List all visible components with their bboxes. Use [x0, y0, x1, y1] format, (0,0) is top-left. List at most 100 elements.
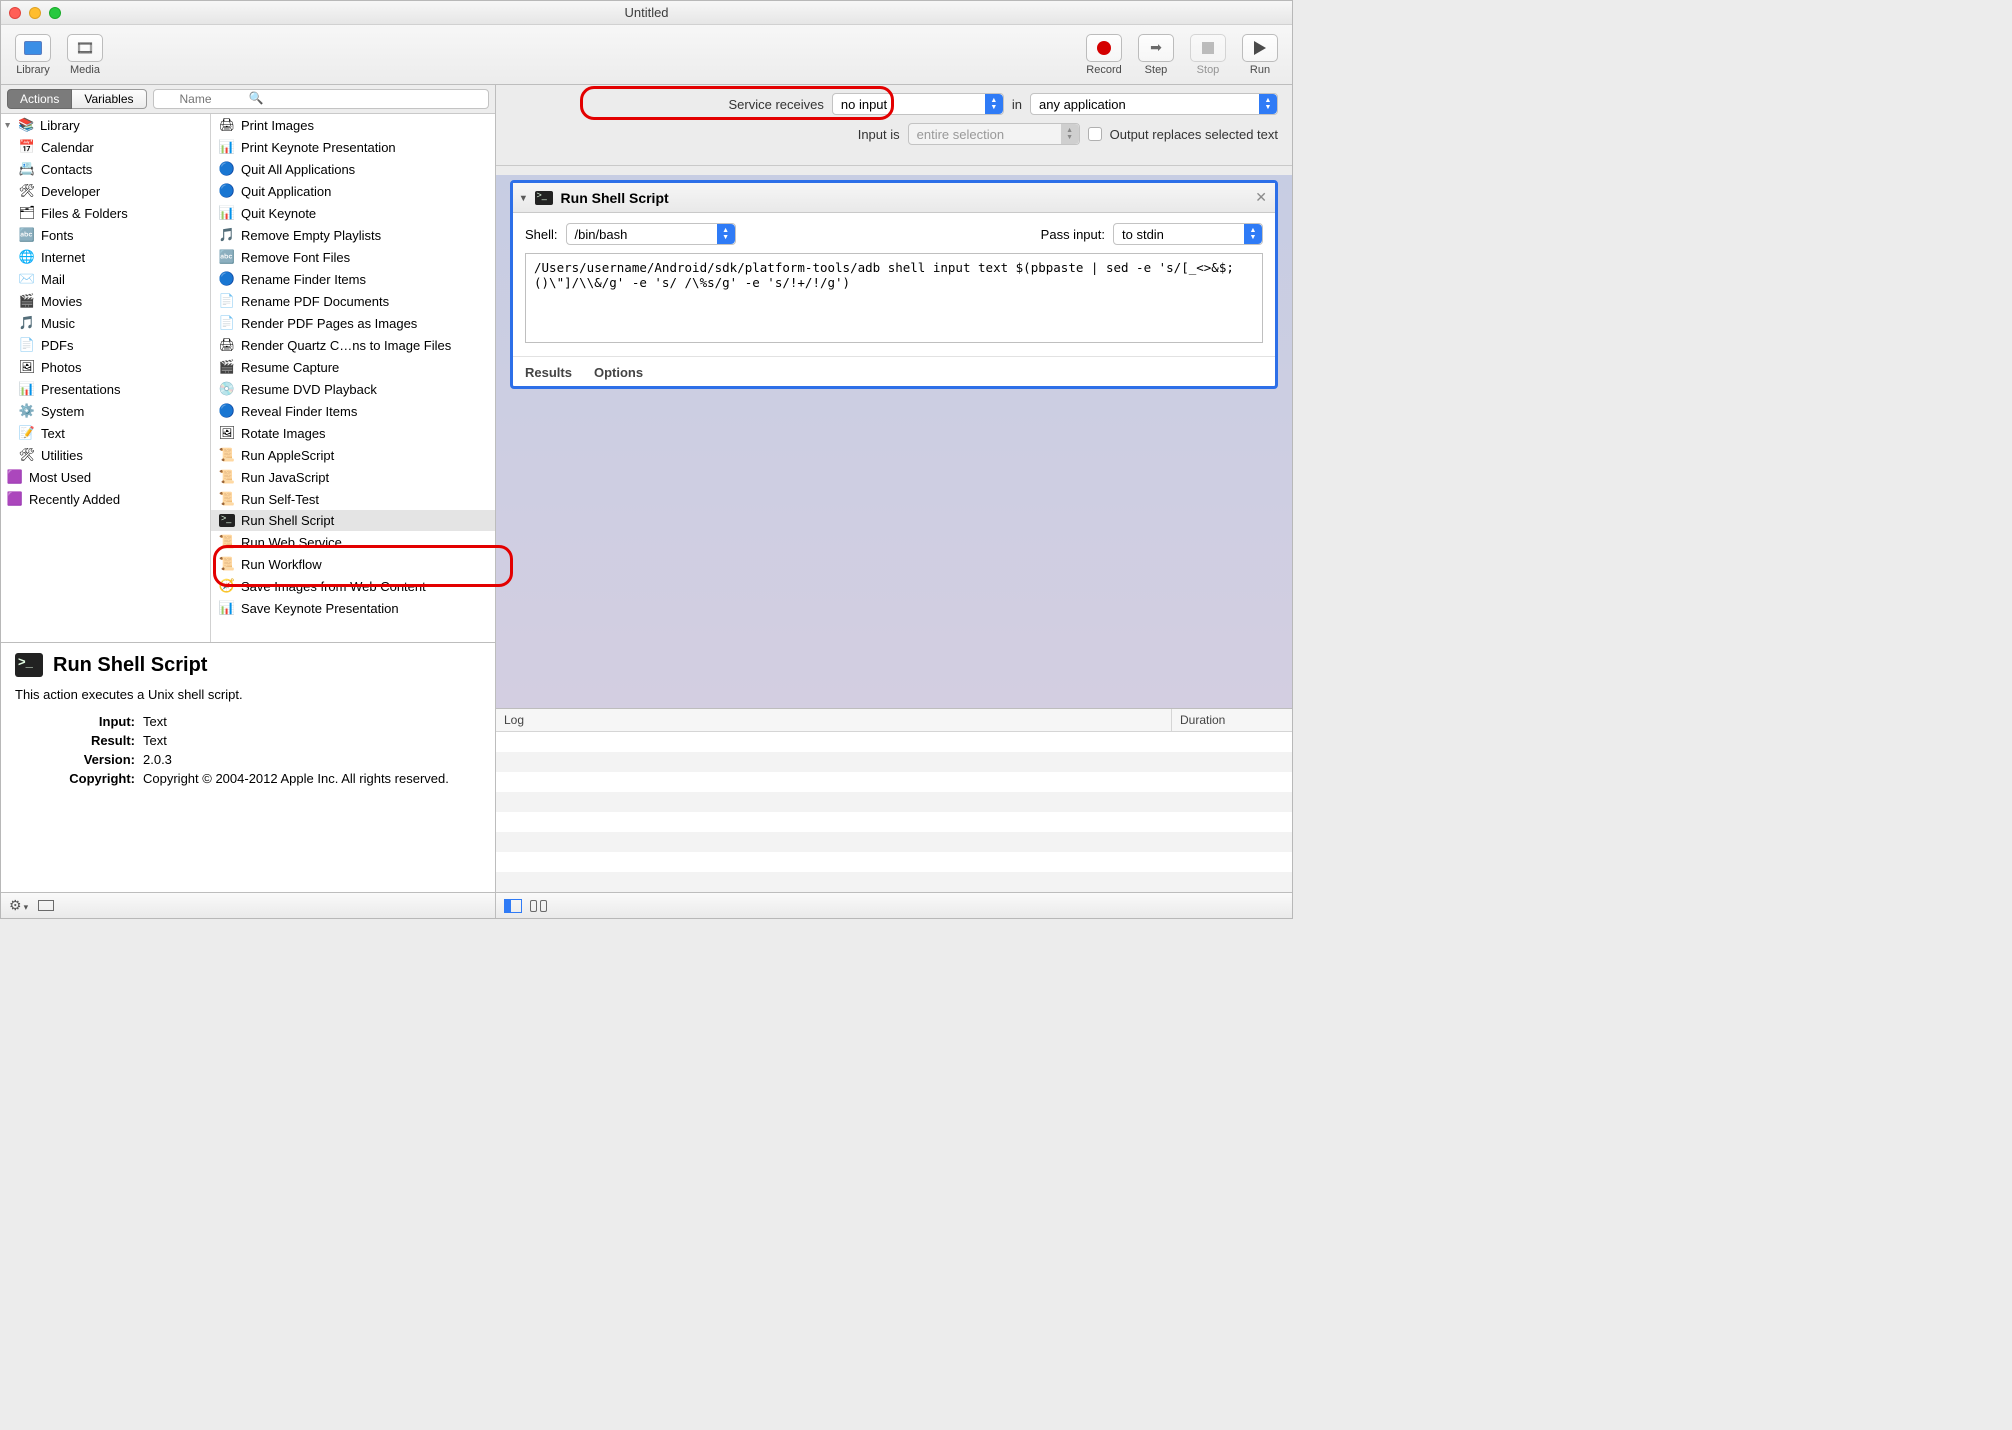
action-icon: 🖼 — [219, 425, 235, 441]
category-item[interactable]: 🌐Internet — [1, 246, 210, 268]
tab-variables[interactable]: Variables — [72, 89, 146, 109]
media-button[interactable]: Media — [63, 32, 107, 78]
output-replaces-label: Output replaces selected text — [1110, 127, 1278, 142]
action-item[interactable]: 🎬Resume Capture — [211, 356, 495, 378]
script-textarea[interactable] — [525, 253, 1263, 343]
action-item[interactable]: 📜Run AppleScript — [211, 444, 495, 466]
category-icon: 📅 — [19, 139, 35, 155]
action-list[interactable]: 🖨Print Images📊Print Keynote Presentation… — [211, 114, 495, 642]
action-item[interactable]: 💿Resume DVD Playback — [211, 378, 495, 400]
disclosure-icon[interactable] — [521, 190, 527, 205]
category-item[interactable]: 🔤Fonts — [1, 224, 210, 246]
desc-value: Text — [143, 714, 167, 729]
pass-input-select[interactable]: to stdin ▲▼ — [1113, 223, 1263, 245]
input-is-label: Input is — [858, 127, 900, 142]
action-item[interactable]: 📜Run Self-Test — [211, 488, 495, 510]
category-item[interactable]: 📊Presentations — [1, 378, 210, 400]
action-item[interactable]: 📄Render PDF Pages as Images — [211, 312, 495, 334]
service-receives-select[interactable]: no input ▲▼ — [832, 93, 1004, 115]
category-item[interactable]: 🎬Movies — [1, 290, 210, 312]
action-item[interactable]: Run Shell Script — [211, 510, 495, 531]
smart-folder-item[interactable]: 🟪Recently Added — [1, 488, 210, 510]
service-in-select[interactable]: any application ▲▼ — [1030, 93, 1278, 115]
action-item[interactable]: 🔵Quit All Applications — [211, 158, 495, 180]
action-icon: 🎵 — [219, 227, 235, 243]
action-item[interactable]: 🔵Reveal Finder Items — [211, 400, 495, 422]
category-icon: 🎬 — [19, 293, 35, 309]
window-controls — [9, 7, 61, 19]
category-icon: 🎵 — [19, 315, 35, 331]
minimize-window-icon[interactable] — [29, 7, 41, 19]
action-icon: 🔵 — [219, 403, 235, 419]
left-pane: Actions Variables 📚Library📅Calendar📇Cont… — [1, 85, 496, 918]
run-shell-script-card: Run Shell Script ✕ Shell: /bin/bash ▲▼ P… — [510, 180, 1278, 389]
options-tab[interactable]: Options — [594, 365, 643, 380]
category-item[interactable]: 🎵Music — [1, 312, 210, 334]
smart-folder-icon: 🟪 — [7, 491, 23, 507]
library-columns: 📚Library📅Calendar📇Contacts🛠Developer🗂Fil… — [1, 114, 495, 642]
category-item[interactable]: 📝Text — [1, 422, 210, 444]
action-item[interactable]: 📜Run Workflow — [211, 553, 495, 575]
action-icon: 📄 — [219, 315, 235, 331]
category-item[interactable]: 🛠Developer — [1, 180, 210, 202]
library-icon — [24, 41, 42, 55]
terminal-icon — [219, 514, 235, 527]
action-item[interactable]: 🖨Render Quartz C…ns to Image Files — [211, 334, 495, 356]
stop-icon — [1202, 42, 1214, 54]
action-item[interactable]: 🖼Rotate Images — [211, 422, 495, 444]
tab-actions[interactable]: Actions — [7, 89, 72, 109]
action-item[interactable]: 🔵Quit Application — [211, 180, 495, 202]
library-button[interactable]: Library — [11, 32, 55, 78]
category-list[interactable]: 📚Library📅Calendar📇Contacts🛠Developer🗂Fil… — [1, 114, 211, 642]
run-button[interactable]: Run — [1238, 32, 1282, 78]
action-icon: 📊 — [219, 139, 235, 155]
category-item[interactable]: 🛠Utilities — [1, 444, 210, 466]
search-wrap — [153, 89, 490, 109]
column-view-icon[interactable] — [530, 900, 547, 912]
action-item[interactable]: 📄Rename PDF Documents — [211, 290, 495, 312]
category-item[interactable]: 📄PDFs — [1, 334, 210, 356]
category-item[interactable]: 🖼Photos — [1, 356, 210, 378]
category-icon: 📊 — [19, 381, 35, 397]
stop-button[interactable]: Stop — [1186, 32, 1230, 78]
log-column-header[interactable]: Log — [496, 709, 1172, 731]
category-item[interactable]: ⚙️System — [1, 400, 210, 422]
action-item[interactable]: 🔵Rename Finder Items — [211, 268, 495, 290]
list-view-icon[interactable] — [504, 899, 522, 913]
card-title: Run Shell Script — [561, 190, 669, 206]
workflow-canvas[interactable]: Run Shell Script ✕ Shell: /bin/bash ▲▼ P… — [496, 166, 1292, 708]
action-item[interactable]: 📊Print Keynote Presentation — [211, 136, 495, 158]
category-icon: 🗂 — [19, 205, 35, 221]
category-icon: ⚙️ — [19, 403, 35, 419]
shell-select[interactable]: /bin/bash ▲▼ — [566, 223, 736, 245]
action-item[interactable]: 🖨Print Images — [211, 114, 495, 136]
zoom-window-icon[interactable] — [49, 7, 61, 19]
close-icon[interactable]: ✕ — [1255, 189, 1267, 206]
action-item[interactable]: 📊Save Keynote Presentation — [211, 597, 495, 619]
action-item[interactable]: 🔤Remove Font Files — [211, 246, 495, 268]
action-item[interactable]: 🎵Remove Empty Playlists — [211, 224, 495, 246]
gear-menu[interactable] — [9, 897, 28, 914]
duration-column-header[interactable]: Duration — [1172, 709, 1292, 731]
smart-folder-item[interactable]: 🟪Most Used — [1, 466, 210, 488]
action-item[interactable]: 📊Quit Keynote — [211, 202, 495, 224]
results-tab[interactable]: Results — [525, 365, 572, 380]
step-button[interactable]: Step — [1134, 32, 1178, 78]
record-button[interactable]: Record — [1082, 32, 1126, 78]
category-item[interactable]: ✉️Mail — [1, 268, 210, 290]
category-item[interactable]: 📅Calendar — [1, 136, 210, 158]
category-item[interactable]: 📇Contacts — [1, 158, 210, 180]
search-input[interactable] — [153, 89, 490, 109]
action-item[interactable]: 🧭Save Images from Web Content — [211, 575, 495, 597]
media-icon — [75, 39, 94, 57]
action-icon: 📄 — [219, 293, 235, 309]
output-replaces-checkbox[interactable] — [1088, 127, 1102, 141]
category-item[interactable]: 🗂Files & Folders — [1, 202, 210, 224]
action-item[interactable]: 📜Run JavaScript — [211, 466, 495, 488]
desc-value: Text — [143, 733, 167, 748]
close-window-icon[interactable] — [9, 7, 21, 19]
library-root[interactable]: 📚Library — [1, 114, 210, 136]
window-title: Untitled — [624, 5, 668, 20]
action-item[interactable]: 📜Run Web Service — [211, 531, 495, 553]
view-toggle-icon[interactable] — [38, 900, 54, 911]
